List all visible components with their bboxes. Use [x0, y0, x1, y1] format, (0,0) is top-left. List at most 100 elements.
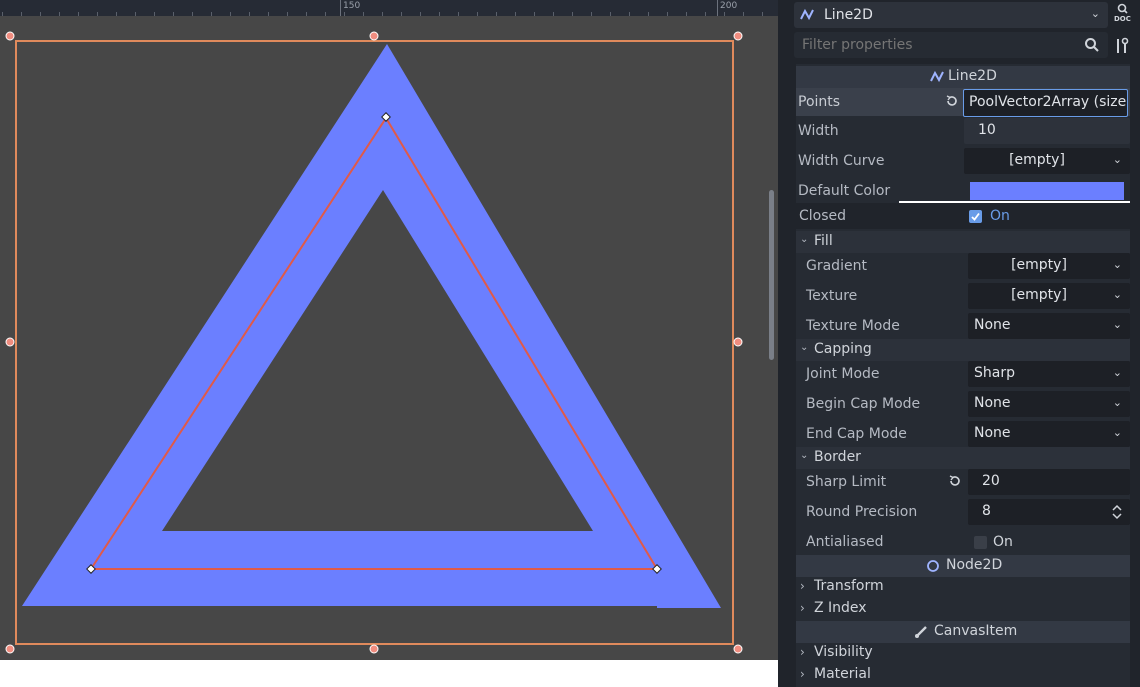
ruler-tick: [135, 12, 136, 16]
ruler-tick: [21, 12, 22, 16]
prop-joint-mode[interactable]: Joint Mode Sharp ⌄: [796, 360, 1130, 388]
chevron-right-icon: ›: [800, 601, 805, 615]
ruler-tick: [420, 12, 421, 16]
spin-arrows-icon[interactable]: [1112, 504, 1122, 520]
resize-handle-br[interactable]: [733, 644, 743, 654]
round-precision-spinbox[interactable]: 8: [968, 499, 1130, 525]
ruler-tick: [59, 12, 60, 16]
scrollbar-thumb[interactable]: [769, 190, 774, 360]
resize-handle-tr[interactable]: [733, 31, 743, 41]
ruler-label: 150: [343, 1, 361, 11]
begin-cap-select[interactable]: None ⌄: [968, 391, 1130, 417]
ruler-tick: [325, 12, 326, 16]
group-label: Material: [814, 666, 871, 682]
joint-mode-select[interactable]: Sharp ⌄: [968, 361, 1130, 387]
revert-icon[interactable]: [945, 94, 959, 108]
prop-value: [empty]: [1011, 287, 1067, 303]
prop-width[interactable]: Width 10: [796, 117, 1130, 145]
ruler-tick: [591, 12, 592, 16]
revert-icon[interactable]: [948, 474, 962, 488]
ruler-tick: [515, 12, 516, 16]
chevron-down-icon: ⌄: [1112, 366, 1122, 379]
prop-antialiased[interactable]: Antialiased On: [796, 528, 1130, 556]
resize-handle-l[interactable]: [5, 337, 15, 347]
canvas-drawing[interactable]: [0, 0, 778, 660]
prop-value: [empty]: [1011, 257, 1067, 273]
ruler-tick: [249, 12, 250, 16]
ruler-tick: [173, 12, 174, 16]
ruler-tick: [629, 12, 630, 16]
prop-width-curve[interactable]: Width Curve [empty] ⌄: [796, 147, 1130, 175]
line2d-shape[interactable]: [22, 44, 721, 608]
points-value-button[interactable]: PoolVector2Array (size: [963, 89, 1128, 117]
prop-label: Round Precision: [806, 504, 918, 520]
group-transform[interactable]: › Transform: [796, 576, 1130, 598]
section-canvasitem: CanvasItem: [796, 621, 1130, 643]
ruler-tick: [2, 12, 3, 16]
prop-end-cap-mode[interactable]: End Cap Mode None ⌄: [796, 420, 1130, 448]
prop-value: None: [974, 317, 1011, 333]
color-swatch[interactable]: [970, 182, 1124, 200]
resize-handle-tl[interactable]: [5, 31, 15, 41]
ruler-tick: [401, 12, 402, 16]
group-capping[interactable]: ⌄ Capping: [796, 339, 1130, 361]
ruler-major-tick: [717, 0, 718, 16]
ruler-tick: [192, 12, 193, 16]
antialiased-checkbox[interactable]: [974, 536, 987, 549]
canvas-viewport[interactable]: 150 200: [0, 0, 778, 660]
gradient-picker[interactable]: [empty] ⌄: [968, 253, 1130, 279]
group-fill[interactable]: ⌄ Fill: [796, 231, 1130, 253]
width-field[interactable]: 10: [964, 118, 1130, 144]
ruler-tick: [97, 12, 98, 16]
prop-value: None: [974, 395, 1011, 411]
width-curve-picker[interactable]: [empty] ⌄: [964, 148, 1130, 174]
prop-label: Begin Cap Mode: [806, 396, 921, 412]
prop-begin-cap-mode[interactable]: Begin Cap Mode None ⌄: [796, 390, 1130, 418]
group-border[interactable]: ⌄ Border: [796, 447, 1130, 469]
chevron-down-icon: ⌄: [1112, 288, 1122, 301]
texture-picker[interactable]: [empty] ⌄: [968, 283, 1130, 309]
prop-label: Texture Mode: [806, 318, 900, 334]
ruler-tick: [705, 12, 706, 16]
prop-label: Joint Mode: [806, 366, 880, 382]
property-tools-button[interactable]: [1112, 36, 1132, 56]
prop-texture[interactable]: Texture [empty] ⌄: [796, 282, 1130, 310]
prop-label: Closed: [799, 208, 847, 224]
resize-handle-r[interactable]: [733, 337, 743, 347]
prop-sharp-limit[interactable]: Sharp Limit 20: [796, 468, 1130, 496]
ruler-tick: [610, 12, 611, 16]
section-label: Line2D: [948, 68, 997, 84]
line2d-icon: [800, 8, 814, 21]
group-material[interactable]: › Material: [796, 664, 1130, 686]
ruler-tick: [648, 12, 649, 16]
prop-gradient[interactable]: Gradient [empty] ⌄: [796, 252, 1130, 280]
group-visibility[interactable]: › Visibility: [796, 642, 1130, 664]
tools-icon: [1117, 37, 1129, 53]
prop-value: [empty]: [1009, 152, 1065, 168]
vertical-scrollbar[interactable]: [766, 16, 778, 660]
filter-properties-input[interactable]: [800, 36, 1074, 54]
resize-handle-b[interactable]: [369, 644, 379, 654]
chevron-down-icon: ⌄: [1112, 153, 1122, 166]
ruler-tick: [382, 12, 383, 16]
prop-points[interactable]: Points PoolVector2Array (size: [796, 88, 1130, 117]
doc-button[interactable]: DOC: [1112, 3, 1136, 27]
sharp-limit-field[interactable]: 20: [968, 469, 1130, 495]
end-cap-select[interactable]: None ⌄: [968, 421, 1130, 447]
resize-handle-bl[interactable]: [5, 644, 15, 654]
chevron-right-icon: ›: [800, 645, 805, 659]
texture-mode-select[interactable]: None ⌄: [968, 313, 1130, 339]
closed-checkbox[interactable]: [969, 210, 982, 223]
ruler-tick: [230, 12, 231, 16]
filter-properties-box[interactable]: [794, 32, 1108, 58]
chevron-down-icon: ⌄: [800, 234, 809, 245]
group-z-index[interactable]: › Z Index: [796, 598, 1130, 620]
resize-handle-t[interactable]: [369, 31, 379, 41]
prop-label: Points: [798, 94, 841, 110]
chevron-right-icon: ›: [800, 579, 805, 593]
node-type-selector[interactable]: Line2D ⌄: [794, 2, 1108, 28]
prop-closed[interactable]: Closed On: [796, 203, 1130, 229]
ruler-tick: [154, 12, 155, 16]
prop-texture-mode[interactable]: Texture Mode None ⌄: [796, 312, 1130, 340]
prop-round-precision[interactable]: Round Precision 8: [796, 498, 1130, 526]
